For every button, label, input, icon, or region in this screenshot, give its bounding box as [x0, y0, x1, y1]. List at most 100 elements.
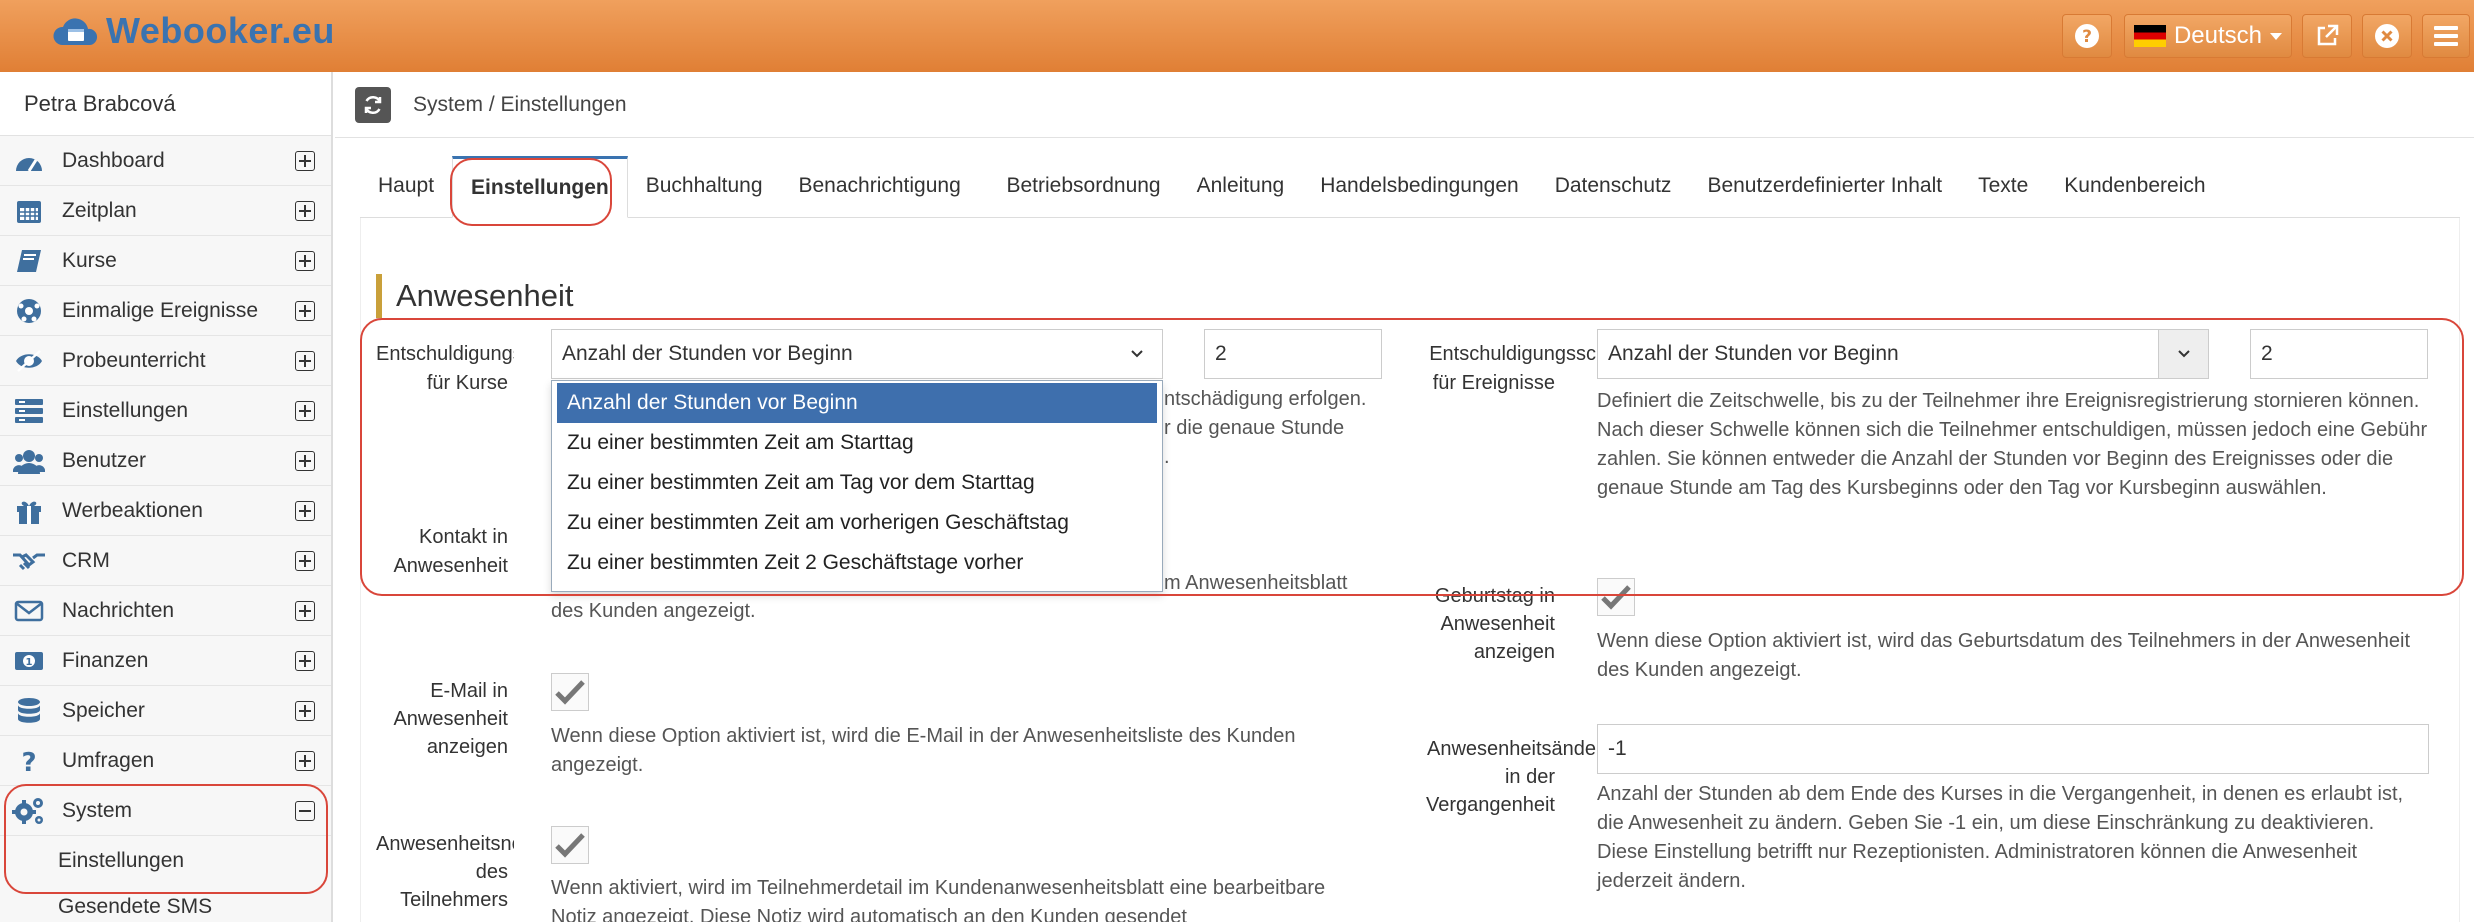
email-checkbox[interactable]	[551, 673, 589, 711]
expand-icon[interactable]	[295, 651, 315, 671]
excuse-courses-dropdown: Anzahl der Stunden vor Beginn Zu einer b…	[551, 380, 1163, 592]
birthday-label-line1: Geburtstag in	[1434, 585, 1555, 607]
expand-icon[interactable]	[295, 451, 315, 471]
dropdown-option[interactable]: Zu einer bestimmten Zeit 2 Geschäftstage…	[557, 543, 1157, 583]
sidebar-item-werbeaktionen[interactable]: Werbeaktionen	[0, 486, 331, 536]
tab-kundenbereich[interactable]: Kundenbereich	[2046, 155, 2223, 217]
expand-icon[interactable]	[295, 501, 315, 521]
tab-betriebsordnung[interactable]: Betriebsordnung	[989, 155, 1179, 217]
dropdown-option[interactable]: Anzahl der Stunden vor Beginn	[557, 383, 1157, 423]
sidebar-item-dashboard[interactable]: Dashboard	[0, 136, 331, 186]
expand-icon[interactable]	[295, 551, 315, 571]
submenu-item-einstellungen[interactable]: Einstellungen	[0, 836, 331, 886]
sidebar-item-benutzer[interactable]: Benutzer	[0, 436, 331, 486]
expand-icon[interactable]	[295, 601, 315, 621]
collapse-icon[interactable]	[295, 801, 315, 821]
sidebar-item-label: Kurse	[62, 248, 117, 272]
expand-icon[interactable]	[295, 301, 315, 321]
dropdown-option[interactable]: Zu einer bestimmten Zeit am Tag vor dem …	[557, 463, 1157, 503]
sidebar-item-probeunterricht[interactable]: Probeunterricht	[0, 336, 331, 386]
expand-icon[interactable]	[295, 401, 315, 421]
sidebar-item-einmalige-ereignisse[interactable]: Einmalige Ereignisse	[0, 286, 331, 336]
breadcrumb-bar: System / Einstellungen	[335, 72, 2474, 138]
expand-icon[interactable]	[295, 701, 315, 721]
language-dropdown[interactable]: Deutsch	[2124, 14, 2292, 58]
list-icon	[12, 394, 46, 428]
money-icon: 1	[12, 644, 46, 678]
submenu-item-gesendete-sms[interactable]: Gesendete SMS	[0, 886, 331, 916]
expand-icon[interactable]	[295, 751, 315, 771]
sidebar-item-label: Nachrichten	[62, 598, 175, 622]
logo[interactable]: Webooker.eu	[52, 10, 335, 52]
sidebar-item-finanzen[interactable]: 1 Finanzen	[0, 636, 331, 686]
sidebar-item-kurse[interactable]: Kurse	[0, 236, 331, 286]
refresh-button[interactable]	[355, 86, 391, 123]
sidebar-item-umfragen[interactable]: ? Umfragen	[0, 736, 331, 786]
contact-label-line2: Anwesenheit	[393, 555, 508, 577]
sidebar-item-label: Einstellungen	[62, 398, 189, 422]
expand-icon[interactable]	[295, 351, 315, 371]
close-button[interactable]	[2362, 14, 2412, 58]
sidebar-item-speicher[interactable]: Speicher	[0, 686, 331, 736]
excuse-events-label-line2: für Ereignisse	[1432, 372, 1555, 394]
change-label-line3: Vergangenheit	[1425, 794, 1555, 816]
expand-icon[interactable]	[295, 251, 315, 271]
menu-button[interactable]	[2422, 14, 2470, 58]
email-label-line3: anzeigen	[426, 736, 508, 758]
chevron-down-icon	[1112, 330, 1162, 378]
sidebar-item-nachrichten[interactable]: Nachrichten	[0, 586, 331, 636]
note-label-line3: Teilnehmers	[400, 889, 508, 911]
close-icon	[2375, 24, 2399, 48]
sidebar-item-label: Speicher	[62, 698, 145, 722]
change-input[interactable]: -1	[1597, 724, 2429, 774]
question-icon: ?	[12, 744, 46, 778]
dropdown-option[interactable]: Zu einer bestimmten Zeit am vorherigen G…	[557, 503, 1157, 543]
tab-datenschutz[interactable]: Datenschutz	[1537, 155, 1690, 217]
email-label-line1: E-Mail in	[430, 680, 508, 702]
tab-texte[interactable]: Texte	[1960, 155, 2046, 217]
sidebar-item-system[interactable]: System	[0, 786, 331, 836]
note-label-line2: des	[475, 861, 508, 883]
tab-handelsbedingungen[interactable]: Handelsbedingungen	[1302, 155, 1537, 217]
tab-einstellungen[interactable]: Einstellungen	[452, 156, 628, 218]
note-label-line1: Anwesenheitsnotiz	[376, 833, 514, 855]
note-checkbox[interactable]	[551, 826, 589, 864]
user-name[interactable]: Petra Brabcová	[0, 72, 331, 136]
sidebar-item-label: Umfragen	[62, 748, 155, 772]
refresh-icon	[364, 95, 382, 114]
help-button[interactable]: ?	[2062, 14, 2112, 58]
change-label-line2: in der	[1504, 766, 1555, 788]
excuse-courses-select[interactable]: Anzahl der Stunden vor Beginn	[551, 329, 1163, 379]
excuse-courses-input[interactable]: 2	[1204, 329, 1382, 379]
dropdown-option[interactable]: Zu einer bestimmten Zeit am Starttag	[557, 423, 1157, 463]
excuse-courses-label-line1: Entschuldigungssc	[376, 343, 514, 365]
sidebar-item-label: CRM	[62, 548, 110, 572]
expand-icon[interactable]	[295, 151, 315, 171]
gift-icon	[12, 494, 46, 528]
tab-benachrichtigung[interactable]: Benachrichtigung	[781, 155, 989, 217]
sidebar-item-zeitplan[interactable]: Zeitplan	[0, 186, 331, 236]
excuse-events-help: Definiert die Zeitschwelle, bis zu der T…	[1597, 390, 2428, 499]
help-icon: ?	[2075, 24, 2099, 48]
birthday-checkbox[interactable]	[1597, 578, 1635, 616]
sidebar: Petra Brabcová Dashboard Zeitplan Kurse …	[0, 72, 333, 922]
svg-text:?: ?	[2082, 27, 2092, 47]
sidebar-item-einstellungen[interactable]: Einstellungen	[0, 386, 331, 436]
tab-anleitung[interactable]: Anleitung	[1179, 155, 1303, 217]
section-divider	[376, 318, 2430, 319]
expand-icon[interactable]	[295, 201, 315, 221]
excuse-events-select[interactable]: Anzahl der Stunden vor Beginn	[1597, 329, 2209, 379]
external-link-icon	[2317, 24, 2339, 46]
cloud-calendar-icon	[53, 18, 98, 45]
tab-benutzerdefinierter-inhalt[interactable]: Benutzerdefinierter Inhalt	[1689, 155, 1960, 217]
excuse-events-input[interactable]: 2	[2250, 329, 2428, 379]
gears-icon	[12, 794, 46, 828]
calendar-icon	[12, 194, 46, 228]
tab-haupt[interactable]: Haupt	[360, 155, 452, 217]
excuse-courses-select-value: Anzahl der Stunden vor Beginn	[562, 342, 853, 365]
email-label-line2: Anwesenheit	[393, 708, 508, 730]
ball-icon	[12, 294, 46, 328]
external-link-button[interactable]	[2302, 14, 2352, 58]
tab-buchhaltung[interactable]: Buchhaltung	[628, 155, 781, 217]
sidebar-item-crm[interactable]: CRM	[0, 536, 331, 586]
